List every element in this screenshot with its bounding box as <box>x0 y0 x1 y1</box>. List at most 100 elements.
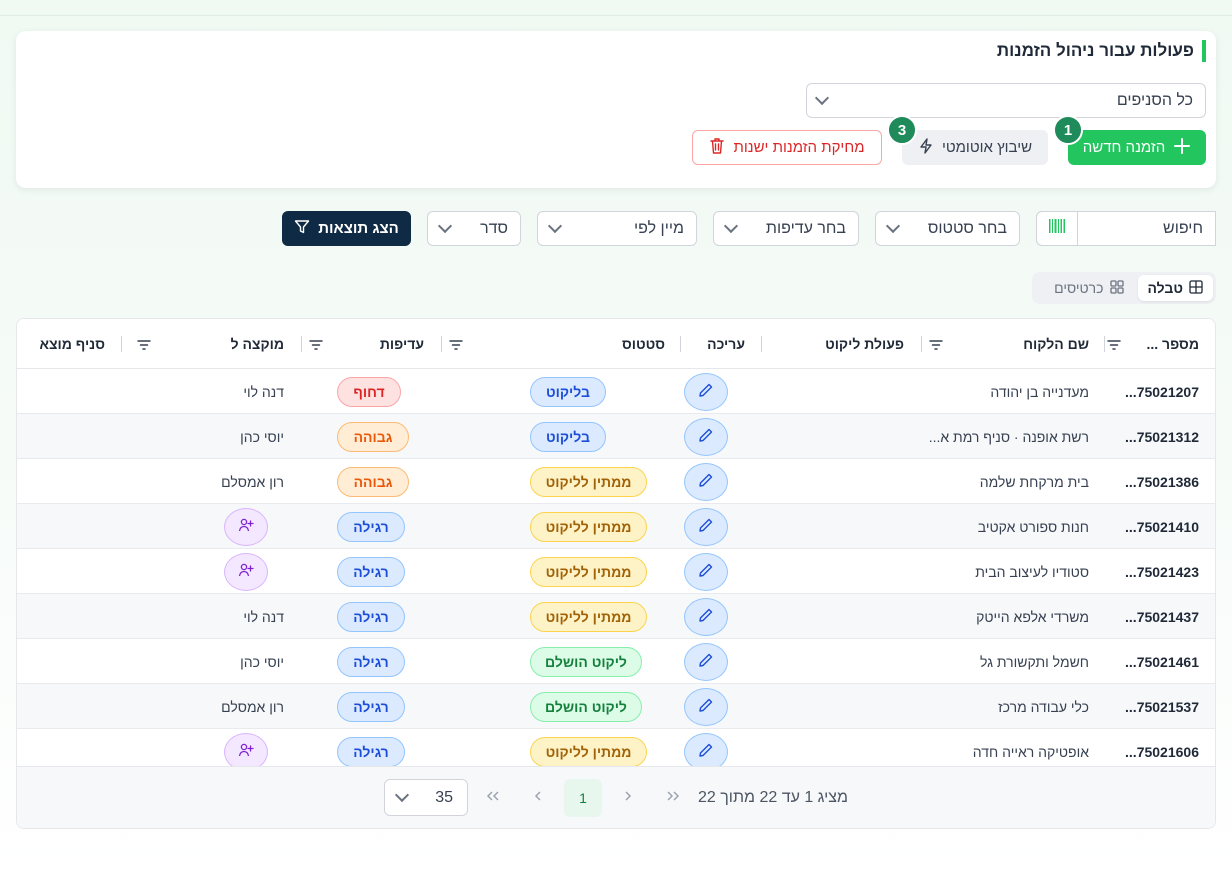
barcode-scan-button[interactable] <box>1036 211 1078 246</box>
pencil-icon <box>698 697 714 716</box>
order-number[interactable]: 75021386... <box>1125 459 1199 504</box>
edit-button[interactable] <box>684 372 728 411</box>
customer-name: סטודיו לעיצוב הבית <box>975 563 1089 580</box>
customer-name: משרדי אלפא הייטק <box>976 608 1089 625</box>
table-view-tab[interactable]: טבלה <box>1137 275 1213 301</box>
assigned-to-cell: רון אמסלם <box>221 459 284 504</box>
priority-badge: רגילה <box>337 601 405 632</box>
assign-picker-button[interactable] <box>224 507 268 546</box>
assigned-to-cell: יוסי כהן <box>240 414 284 459</box>
table-row[interactable]: 75021461... חשמל ותקשורת גל ליקוט הושלם רגי… <box>17 639 1215 684</box>
edit-button[interactable] <box>684 417 728 456</box>
priority-cell: גבוהה <box>337 414 409 459</box>
order-direction-select[interactable]: סדר <box>427 211 521 246</box>
priority-cell: גבוהה <box>337 459 409 504</box>
chevron-down-icon <box>814 90 830 106</box>
edit-button[interactable] <box>684 732 728 771</box>
col-assigned-to: מוקצה ל <box>230 336 284 352</box>
priority-cell: רגילה <box>337 504 405 549</box>
branch-select-value: כל הסניפים <box>1116 91 1193 109</box>
priority-cell: רגילה <box>337 639 405 684</box>
status-cell: ממתין לליקוט <box>530 504 647 549</box>
order-number[interactable]: 75021461... <box>1125 639 1199 684</box>
order-number[interactable]: 75021312... <box>1125 414 1199 459</box>
edit-button[interactable] <box>684 597 728 636</box>
table-row[interactable]: 75021537... כלי עבודה מרכז ליקוט הושלם רגיל… <box>17 684 1215 729</box>
order-number[interactable]: 75021423... <box>1125 549 1199 594</box>
table-row[interactable]: 75021423... סטודיו לעיצוב הבית ממתין לליקו… <box>17 549 1215 594</box>
last-page-button[interactable] <box>474 779 512 817</box>
customer-name: חשמל ותקשורת גל <box>979 653 1089 670</box>
edit-button[interactable] <box>684 462 728 501</box>
priority-filter-select[interactable]: בחר עדיפות <box>713 211 859 246</box>
plus-icon <box>1173 137 1191 159</box>
column-filter-icon[interactable] <box>929 338 943 356</box>
sort-by-select[interactable]: מיין לפי <box>537 211 697 246</box>
page-title: פעולות עבור ניהול הזמנות <box>997 40 1206 62</box>
order-number[interactable]: 75021437... <box>1125 594 1199 639</box>
status-filter-select[interactable]: בחר סטטוס <box>875 211 1020 246</box>
status-badge: ממתין לליקוט <box>530 466 647 497</box>
table-row[interactable]: 75021386... בית מרקחת שלמה ממתין לליקוט גבו… <box>17 459 1215 504</box>
order-number[interactable]: 75021410... <box>1125 504 1199 549</box>
col-customer-name[interactable]: שם הלקוח <box>1023 319 1089 369</box>
first-page-button[interactable] <box>654 779 692 817</box>
column-filter-icon[interactable] <box>309 338 323 356</box>
assign-picker-button[interactable] <box>224 552 268 591</box>
table-row[interactable]: 75021207... מעדנייה בן יהודה בליקוט דחוף דנה… <box>17 369 1215 414</box>
column-filter-icon[interactable] <box>449 338 463 356</box>
table-row[interactable]: 75021410... חנות ספורט אקטיב ממתין לליקוט ר… <box>17 504 1215 549</box>
table-row[interactable]: 75021437... משרדי אלפא הייטק ממתין לליקוט ר… <box>17 594 1215 639</box>
pencil-icon <box>698 382 714 401</box>
chevron-down-icon <box>437 218 453 234</box>
status-cell: בליקוט <box>530 414 606 459</box>
status-cell: ליקוט הושלם <box>530 684 642 729</box>
edit-button[interactable] <box>684 552 728 591</box>
new-order-button[interactable]: הזמנה חדשה <box>1068 130 1206 165</box>
sort-by-value: מיין לפי <box>634 219 684 237</box>
cards-view-tab[interactable]: כרטיסים <box>1044 275 1133 301</box>
assigned-to-cell <box>224 549 268 594</box>
current-page-button[interactable]: 1 <box>564 779 602 817</box>
edit-cell <box>684 459 728 504</box>
status-badge: ממתין לליקוט <box>530 511 647 542</box>
order-number[interactable]: 75021207... <box>1125 369 1199 414</box>
filter-bar: חיפוש בחר סטטוס בחר עדיפות מיין לפי סדר … <box>0 211 1216 246</box>
column-filter-icon[interactable] <box>137 338 151 356</box>
assigned-to-name: רון אמסלם <box>221 698 284 715</box>
chevron-right-icon <box>623 789 633 807</box>
delete-old-orders-button[interactable]: מחיקת הזמנות ישנות <box>692 130 882 165</box>
col-status: סטטוס <box>621 336 665 352</box>
priority-badge: רגילה <box>337 691 405 722</box>
barcode-icon <box>1048 218 1066 239</box>
assigned-to-cell: דנה לוי <box>243 594 284 639</box>
show-results-button[interactable]: הצג תוצאות <box>282 211 411 246</box>
previous-page-button[interactable] <box>609 779 647 817</box>
table-view-label: טבלה <box>1147 280 1184 296</box>
new-order-label: הזמנה חדשה <box>1082 139 1166 156</box>
table-row[interactable]: 75021312... רשת אופנה · סניף רמת א... בליק… <box>17 414 1215 459</box>
edit-button[interactable] <box>684 687 728 726</box>
chevron-down-icon <box>885 218 901 234</box>
auto-assign-button[interactable]: שיבוץ אוטומטי <box>902 130 1048 165</box>
col-priority: עדיפות <box>379 336 424 352</box>
edit-button[interactable] <box>684 507 728 546</box>
status-badge: ממתין לליקוט <box>530 556 647 587</box>
column-filter-icon[interactable] <box>1107 338 1121 356</box>
branch-select[interactable]: כל הסניפים <box>806 83 1206 118</box>
order-number[interactable]: 75021537... <box>1125 684 1199 729</box>
pencil-icon <box>698 472 714 491</box>
pencil-icon <box>698 562 714 581</box>
assigned-to-cell: יוסי כהן <box>240 639 284 684</box>
next-page-button[interactable] <box>519 779 557 817</box>
double-chevron-left-icon <box>485 789 501 807</box>
status-badge: בליקוט <box>530 376 606 407</box>
table-grid-icon <box>1189 279 1203 297</box>
assigned-to-name: יוסי כהן <box>240 653 284 670</box>
page-size-select[interactable]: 35 <box>384 779 468 816</box>
edit-button[interactable] <box>684 642 728 681</box>
lightning-icon <box>918 137 934 158</box>
assign-picker-button[interactable] <box>224 732 268 771</box>
col-order-number[interactable]: מספר ... <box>1146 319 1199 369</box>
edit-cell <box>684 549 728 594</box>
